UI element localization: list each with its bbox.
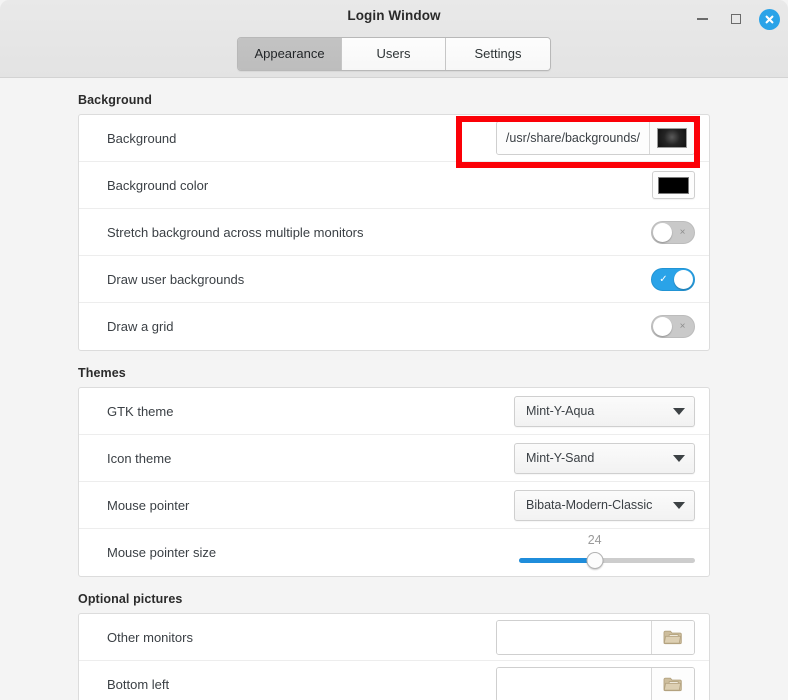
row-control-gtk-theme: Mint-Y-Aqua [514,395,695,427]
row-background: Background /usr/share/backgrounds/ [79,115,709,162]
row-control-background-color [652,171,695,199]
row-bottom-left: Bottom left [79,661,709,700]
row-background-color: Background color [79,162,709,209]
mouse-pointer-dropdown[interactable]: Bibata-Modern-Classic [514,489,695,521]
row-gtk-theme: GTK theme Mint-Y-Aqua [79,388,709,435]
section-title-themes: Themes [78,366,126,380]
row-draw-user-backgrounds: Draw user backgrounds ✓ [79,256,709,303]
icon-theme-value: Mint-Y-Sand [526,451,595,465]
minimize-icon[interactable] [691,8,713,30]
color-swatch [658,176,689,194]
icon-theme-dropdown[interactable]: Mint-Y-Sand [514,442,695,474]
toggle-knob [653,317,672,336]
close-icon[interactable] [759,8,780,30]
other-monitors-input[interactable] [497,620,652,654]
row-label-other-monitors: Other monitors [107,629,193,645]
row-label-mouse-pointer-size: Mouse pointer size [107,545,217,560]
toggle-knob [653,222,672,242]
row-label-bottom-left: Bottom left [107,677,170,692]
slider-handle[interactable] [586,551,604,569]
login-window: Login Window Appearance Users Settings B… [0,0,788,700]
background-thumbnail-icon [657,128,687,148]
section-title-background: Background [78,93,152,107]
appearance-page: Background Background /usr/share/backgro… [0,93,788,700]
draw-a-grid-toggle[interactable]: × [651,315,695,338]
row-label-stretch-background: Stretch background across multiple monit… [107,224,364,240]
slider-fill [519,557,595,563]
window-controls [691,8,780,30]
stretch-background-toggle[interactable]: × [651,220,695,244]
toggle-knob [674,269,693,289]
row-label-mouse-pointer: Mouse pointer [107,497,190,513]
draw-user-backgrounds-toggle[interactable]: ✓ [651,267,695,291]
row-label-background: Background [107,130,177,146]
slider-value-label: 24 [587,532,602,547]
row-control-background: /usr/share/backgrounds/ [495,121,695,155]
section-title-optional-pictures: Optional pictures [78,592,183,606]
optional-pictures-panel: Other monitors Bottom left [78,613,710,700]
background-file-chooser[interactable]: /usr/share/backgrounds/ [495,121,695,155]
row-label-icon-theme: Icon theme [107,450,172,466]
row-control-stretch-background: × [651,220,695,244]
row-mouse-pointer: Mouse pointer Bibata-Modern-Classic [79,482,709,529]
row-control-draw-a-grid: × [651,315,695,338]
row-control-bottom-left [496,667,695,700]
bottom-left-input[interactable] [497,668,652,700]
tab-users[interactable]: Users [342,38,446,70]
row-label-draw-a-grid: Draw a grid [107,319,174,334]
row-other-monitors: Other monitors [79,614,709,661]
maximize-icon[interactable] [725,8,747,30]
row-icon-theme: Icon theme Mint-Y-Sand [79,435,709,482]
background-thumbnail-wrap [650,122,694,154]
tab-settings[interactable]: Settings [446,38,550,70]
toggle-off-mark-icon: × [679,321,686,332]
row-control-mouse-pointer: Bibata-Modern-Classic [514,489,695,521]
other-monitors-entry-box [496,619,695,655]
chevron-down-icon [673,501,685,509]
row-control-mouse-pointer-size: 24 [519,533,695,573]
background-color-button[interactable] [652,171,695,199]
row-control-other-monitors [496,619,695,655]
window-title: Login Window [347,8,441,23]
row-label-gtk-theme: GTK theme [107,403,174,419]
title-bar: Login Window Appearance Users Settings [0,0,788,78]
bottom-left-browse-button[interactable] [652,668,694,700]
row-draw-a-grid: Draw a grid × [79,303,709,350]
toggle-on-check-icon: ✓ [659,273,668,285]
gtk-theme-value: Mint-Y-Aqua [526,404,595,418]
toggle-off-mark-icon: × [679,226,686,238]
themes-panel: GTK theme Mint-Y-Aqua Icon theme Mint-Y-… [78,387,710,577]
background-path-label: /usr/share/backgrounds/ [496,122,650,154]
mouse-pointer-value: Bibata-Modern-Classic [526,498,653,512]
row-mouse-pointer-size: Mouse pointer size 24 [79,529,709,576]
background-panel: Background /usr/share/backgrounds/ Backg… [78,114,710,351]
row-stretch-background: Stretch background across multiple monit… [79,209,709,256]
tab-bar: Appearance Users Settings [237,37,551,71]
bottom-left-entry-box [496,667,695,700]
chevron-down-icon [673,407,685,415]
gtk-theme-dropdown[interactable]: Mint-Y-Aqua [514,395,695,427]
tab-appearance[interactable]: Appearance [238,38,342,70]
row-label-background-color: Background color [107,177,209,193]
chevron-down-icon [673,454,685,462]
other-monitors-browse-button[interactable] [652,620,694,654]
row-label-draw-user-backgrounds: Draw user backgrounds [107,271,245,287]
row-control-draw-user-backgrounds: ✓ [651,267,695,291]
mouse-pointer-size-slider[interactable]: 24 [519,533,695,573]
row-control-icon-theme: Mint-Y-Sand [514,442,695,474]
